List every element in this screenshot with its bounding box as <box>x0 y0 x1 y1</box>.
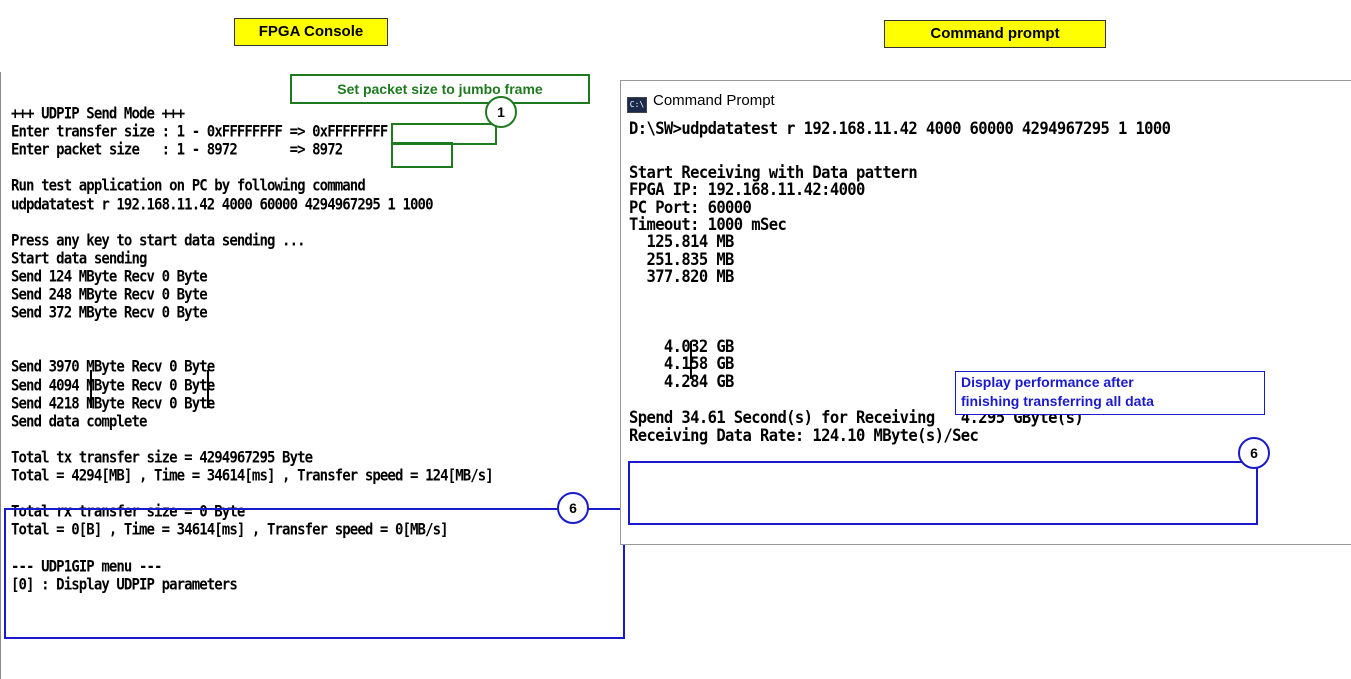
continuation-line-cmd <box>690 341 692 379</box>
performance-note-line2: finishing transferring all data <box>961 393 1154 409</box>
continuation-line-right <box>207 370 209 408</box>
console-line: Send 4218 MByte Recv 0 Byte <box>11 394 215 413</box>
console-line: udpdatatest r 192.168.11.42 4000 60000 4… <box>11 195 434 214</box>
console-line: Run test application on PC by following … <box>11 177 366 196</box>
cmd-performance-highlight <box>628 461 1258 525</box>
command-prompt-label: Command prompt <box>884 20 1106 48</box>
cmd-line: FPGA IP: 192.168.11.42:4000 <box>629 180 865 200</box>
console-line: Send data complete <box>11 412 147 431</box>
console-line: Enter packet size : 1 - 8972 => 8972 <box>11 141 343 160</box>
step-6-marker-fpga: 6 <box>557 492 589 524</box>
fpga-performance-highlight <box>4 508 625 639</box>
jumbo-frame-callout: Set packet size to jumbo frame <box>290 74 590 104</box>
console-line: Send 124 MByte Recv 0 Byte <box>11 267 208 286</box>
cmd-line: 377.820 MB <box>629 267 734 287</box>
console-line: Send 4094 MByte Recv 0 Byte <box>11 376 215 395</box>
packet-size-highlight <box>391 142 453 168</box>
window-title: C:\ Command Prompt <box>627 91 775 113</box>
console-line: Enter transfer size : 1 - 0xFFFFFFFF => … <box>11 123 388 142</box>
cmd-line: 4.158 GB <box>629 354 734 374</box>
console-line: Press any key to start data sending ... <box>11 231 306 250</box>
console-line: Send 3970 MByte Recv 0 Byte <box>11 358 215 377</box>
command-prompt-window: C:\ Command Prompt D:\SW>udpdatatest r 19… <box>620 80 1351 545</box>
step-6-marker-cmd: 6 <box>1238 437 1270 469</box>
console-line: Send 248 MByte Recv 0 Byte <box>11 286 208 304</box>
cmd-line: Receiving Data Rate: 124.10 MByte(s)/Sec <box>629 425 979 446</box>
console-line: Total = 4294[MB] , Time = 34614[ms] , Tr… <box>11 467 494 485</box>
window-title-text: Command Prompt <box>653 92 775 109</box>
fpga-console-label: FPGA Console <box>234 18 388 46</box>
cmd-line: 4.284 GB <box>629 371 734 391</box>
console-line: Total tx transfer size = 4294967295 Byte <box>11 448 313 467</box>
cmd-window-icon: C:\ <box>627 97 647 113</box>
console-line: +++ UDPIP Send Mode +++ <box>11 105 185 123</box>
continuation-line-left <box>90 370 92 408</box>
performance-note: Display performance after finishing tran… <box>955 371 1265 415</box>
step-1-marker: 1 <box>485 96 517 128</box>
console-line: Send 372 MByte Recv 0 Byte <box>11 304 208 323</box>
console-line: Start data sending <box>11 249 147 268</box>
fpga-console: Set packet size to jumbo frame +++ UDPIP… <box>0 72 631 679</box>
performance-note-line1: Display performance after <box>961 374 1134 390</box>
cmd-line: D:\SW>udpdatatest r 192.168.11.42 4000 6… <box>629 118 1171 139</box>
